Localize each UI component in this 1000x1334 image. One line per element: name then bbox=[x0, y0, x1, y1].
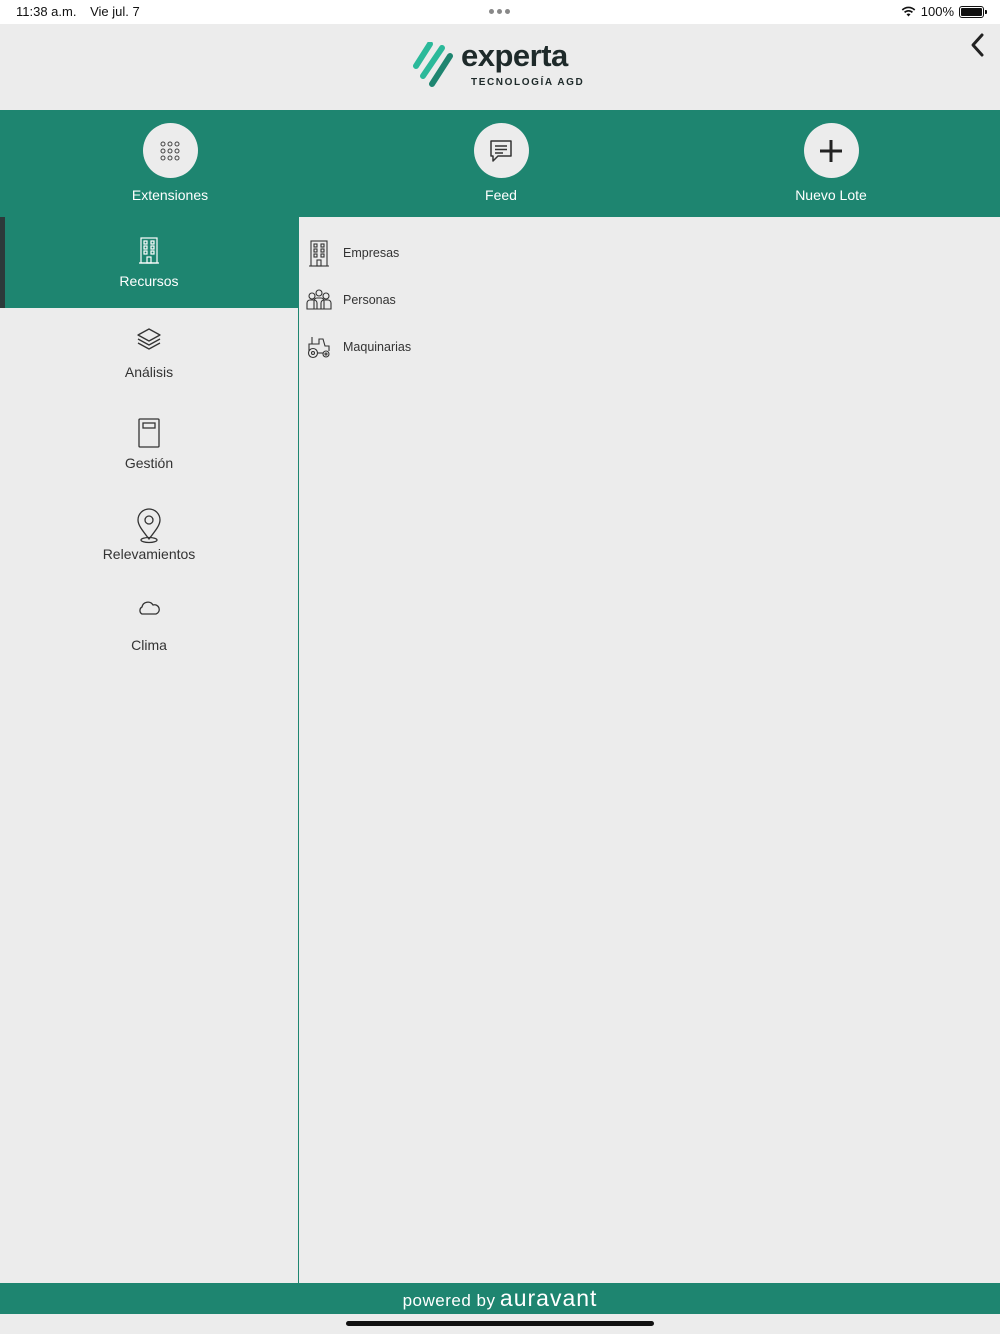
powered-by-footer: powered by auravant bbox=[0, 1283, 1000, 1314]
sidebar-item-recursos[interactable]: Recursos bbox=[0, 217, 298, 308]
sidebar-item-label: Análisis bbox=[124, 364, 174, 380]
extensiones-label: Extensiones bbox=[131, 187, 209, 203]
nuevo-lote-label: Nuevo Lote bbox=[795, 187, 867, 203]
sidebar: Recursos Análisis Gestión Relevamientos … bbox=[0, 217, 299, 1283]
tractor-icon bbox=[306, 332, 332, 362]
status-bar: 11:38 a.m. Vie jul. 7 100% bbox=[0, 0, 1000, 24]
app-header: experta TECNOLOGÍA AGD bbox=[0, 24, 1000, 110]
sidebar-item-analisis[interactable]: Análisis bbox=[0, 308, 298, 399]
logo-wordmark: experta bbox=[461, 38, 568, 73]
sidebar-item-label: Recursos bbox=[119, 273, 179, 289]
experta-logo-mark-icon bbox=[413, 42, 453, 87]
sidebar-item-label: Relevamientos bbox=[102, 546, 196, 562]
chevron-left-icon bbox=[971, 33, 984, 57]
building-icon bbox=[306, 238, 332, 268]
sidebar-item-label: Gestión bbox=[124, 455, 174, 471]
list-item-label: Empresas bbox=[343, 245, 400, 260]
logo-subtitle-text: TECNOLOGÍA bbox=[471, 77, 558, 88]
back-button[interactable] bbox=[966, 32, 992, 58]
list-item-label: Maquinarias bbox=[343, 339, 412, 354]
building-icon bbox=[0, 217, 298, 269]
nuevo-lote-button[interactable]: Nuevo Lote bbox=[751, 123, 911, 203]
list-item-maquinarias[interactable]: Maquinarias bbox=[300, 323, 1000, 370]
wifi-icon bbox=[901, 6, 916, 17]
sidebar-item-gestion[interactable]: Gestión bbox=[0, 399, 298, 490]
feed-label: Feed bbox=[485, 187, 517, 203]
logo-subtitle: TECNOLOGÍA AGD bbox=[471, 77, 584, 88]
list-item-personas[interactable]: Personas bbox=[300, 276, 1000, 323]
action-bar: Extensiones Feed Nuevo Lote bbox=[0, 110, 1000, 217]
status-date: Vie jul. 7 bbox=[90, 4, 140, 19]
list-item-label: Personas bbox=[343, 292, 396, 307]
multitasking-dots[interactable] bbox=[489, 9, 510, 14]
plus-icon bbox=[820, 139, 842, 162]
list-item-empresas[interactable]: Empresas bbox=[300, 229, 1000, 276]
chat-icon bbox=[490, 139, 512, 162]
extensiones-button[interactable]: Extensiones bbox=[90, 123, 250, 203]
status-time-date: 11:38 a.m. Vie jul. 7 bbox=[16, 4, 140, 19]
sidebar-item-label: Clima bbox=[131, 637, 167, 653]
home-indicator[interactable] bbox=[346, 1321, 654, 1326]
sidebar-item-relevamientos[interactable]: Relevamientos bbox=[0, 490, 298, 581]
auravant-brand: auravant bbox=[499, 1285, 598, 1311]
map-pin-icon bbox=[0, 490, 298, 544]
layers-icon bbox=[0, 308, 298, 360]
extensiones-circle bbox=[142, 123, 198, 178]
feed-circle bbox=[473, 123, 529, 178]
powered-by-text: powered by bbox=[402, 1291, 496, 1310]
experta-logo: experta TECNOLOGÍA AGD bbox=[413, 38, 593, 92]
panel-icon bbox=[0, 399, 298, 451]
status-indicators: 100% bbox=[901, 4, 987, 19]
sidebar-item-clima[interactable]: Clima bbox=[0, 581, 298, 672]
logo-subtitle-agd: AGD bbox=[557, 77, 585, 88]
content-panel: Empresas Personas Maquinarias bbox=[300, 217, 1000, 1283]
feed-button[interactable]: Feed bbox=[421, 123, 581, 203]
grid-dots-icon bbox=[160, 141, 180, 160]
nuevo-lote-circle bbox=[803, 123, 859, 178]
people-icon bbox=[306, 285, 332, 315]
battery-icon bbox=[959, 5, 987, 18]
cloud-icon bbox=[0, 581, 298, 633]
battery-percent: 100% bbox=[920, 4, 954, 19]
status-time: 11:38 a.m. bbox=[16, 4, 77, 19]
